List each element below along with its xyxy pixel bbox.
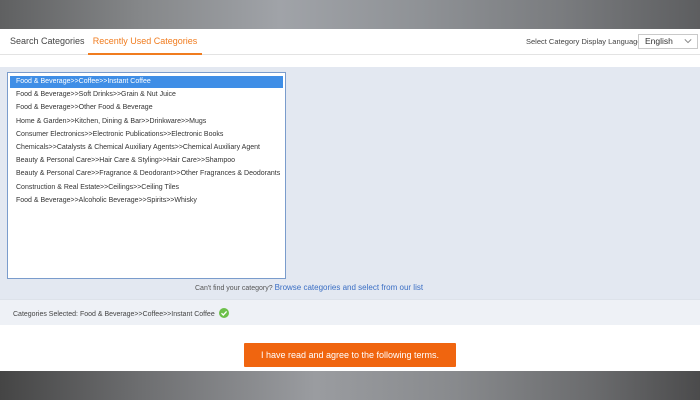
category-panel: Search Categories Recently Used Categori… xyxy=(0,29,700,371)
category-content: Food & Beverage>>Coffee>>Instant Coffee F… xyxy=(0,67,700,299)
category-listbox[interactable]: Food & Beverage>>Coffee>>Instant Coffee F… xyxy=(7,72,286,279)
background-top xyxy=(0,0,700,29)
category-list-item[interactable]: Food & Beverage>>Coffee>>Instant Coffee xyxy=(10,76,283,88)
tab-search-categories[interactable]: Search Categories xyxy=(10,29,85,55)
category-list-item[interactable]: Chemicals>>Catalysts & Chemical Auxiliar… xyxy=(10,142,283,154)
categories-selected-value: Food & Beverage>>Coffee>>Instant Coffee xyxy=(79,311,215,318)
language-select[interactable]: English xyxy=(638,34,698,49)
tab-recently-used-categories[interactable]: Recently Used Categories xyxy=(88,29,202,55)
category-list-item[interactable]: Construction & Real Estate>>Ceilings>>Ce… xyxy=(10,182,283,194)
categories-selected-label: Categories Selected: xyxy=(13,311,78,318)
category-list-item[interactable]: Food & Beverage>>Soft Drinks>>Grain & Nu… xyxy=(10,89,283,101)
browse-categories-link[interactable]: Browse categories and select from our li… xyxy=(275,283,424,292)
chevron-down-icon xyxy=(684,39,692,44)
language-selected-value: English xyxy=(645,36,673,46)
category-list-item[interactable]: Beauty & Personal Care>>Fragrance & Deod… xyxy=(10,168,283,180)
tab-bar: Search Categories Recently Used Categori… xyxy=(0,29,700,55)
categories-selected-text: Categories Selected: Food & Beverage>>Co… xyxy=(13,308,229,318)
category-list-item[interactable]: Food & Beverage>>Other Food & Beverage xyxy=(10,102,283,114)
check-circle-icon xyxy=(218,308,229,318)
language-label: Select Category Display Language xyxy=(526,37,642,46)
category-list-item[interactable]: Food & Beverage>>Alcoholic Beverage>>Spi… xyxy=(10,195,283,207)
agree-terms-button[interactable]: I have read and agree to the following t… xyxy=(244,343,456,367)
categories-selected-bar: Categories Selected: Food & Beverage>>Co… xyxy=(0,299,700,325)
category-list-item[interactable]: Home & Garden>>Kitchen, Dining & Bar>>Dr… xyxy=(10,116,283,128)
category-list-item[interactable]: Consumer Electronics>>Electronic Publica… xyxy=(10,129,283,141)
cant-find-category: Can't find your category? Browse categor… xyxy=(195,283,423,292)
background-bottom xyxy=(0,371,700,400)
cant-find-text: Can't find your category? xyxy=(195,285,273,292)
category-list-item[interactable]: Beauty & Personal Care>>Hair Care & Styl… xyxy=(10,155,283,167)
